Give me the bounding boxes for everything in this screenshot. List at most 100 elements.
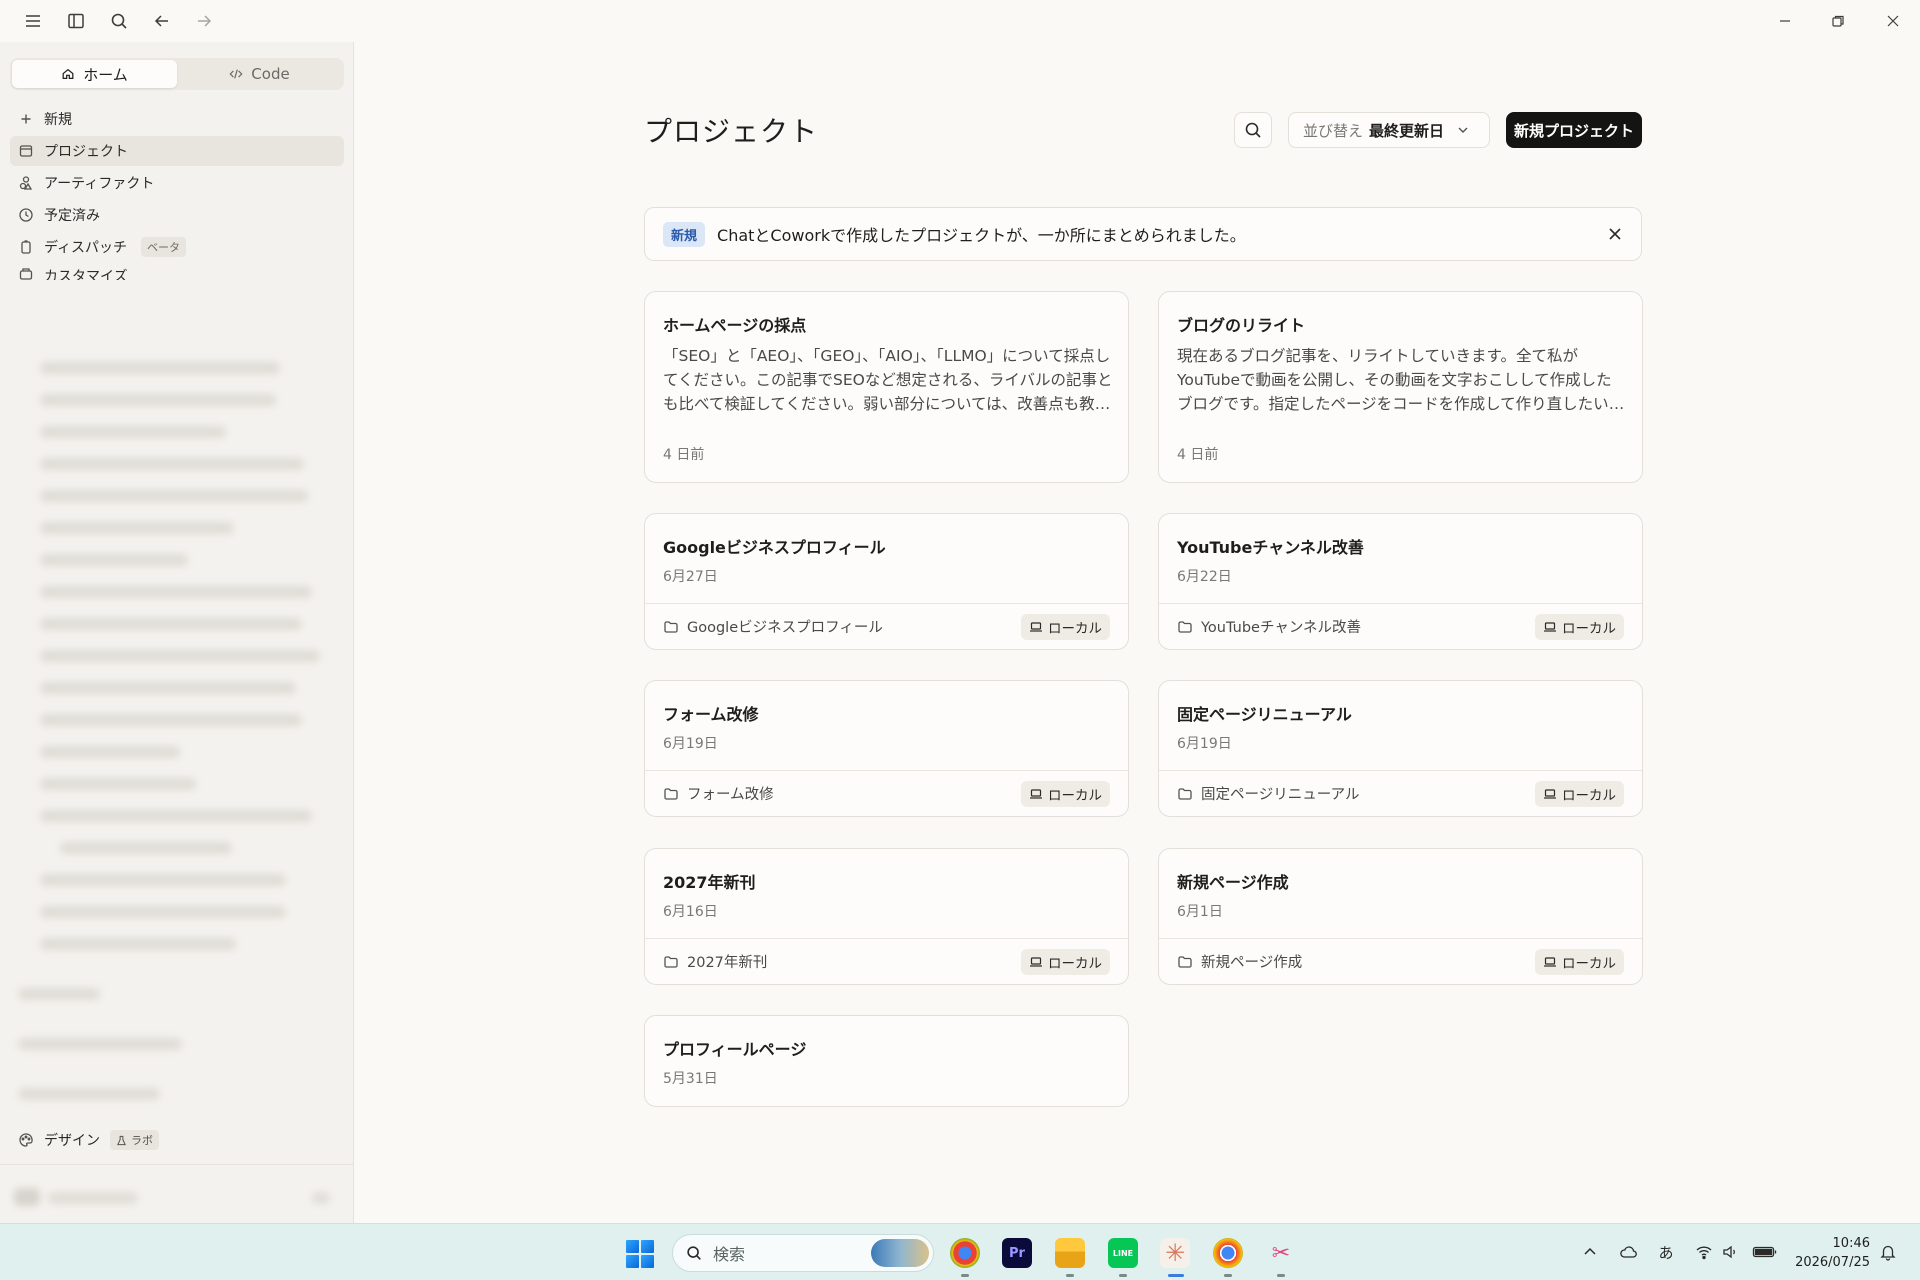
sort-value: 最終更新日 <box>1369 121 1445 140</box>
folder-icon <box>664 620 678 633</box>
battery-icon[interactable] <box>1752 1242 1778 1262</box>
sidebar-item-dispatch[interactable]: ディスパッチ ベータ <box>10 232 344 262</box>
project-folder[interactable]: 新規ページ作成 <box>1177 951 1302 972</box>
wifi-icon[interactable] <box>1694 1242 1714 1262</box>
new-project-button[interactable]: 新規プロジェクト <box>1506 112 1642 148</box>
taskbar-search[interactable]: 検索 <box>672 1234 934 1272</box>
running-indicator <box>1224 1274 1232 1277</box>
menu-icon[interactable] <box>21 9 45 33</box>
project-folder-name: 固定ページリニューアル <box>1201 787 1360 803</box>
recent-chats-list <box>0 280 354 1100</box>
project-folder[interactable]: Googleビジネスプロフィール <box>663 616 883 637</box>
sidebar-item-new[interactable]: 新規 <box>10 104 344 134</box>
project-date: 6月27日 <box>663 569 718 585</box>
new-badge: 新規 <box>663 221 706 247</box>
ime-indicator[interactable]: あ <box>1656 1242 1676 1262</box>
sidebar-item-artifacts[interactable]: アーティファクト <box>10 168 344 198</box>
project-card[interactable]: フォーム改修 6月19日 フォーム改修 ローカル <box>644 680 1129 817</box>
sidebar-item-customize[interactable]: カスタマイズ <box>10 264 344 280</box>
running-indicator <box>1066 1274 1074 1277</box>
project-folder[interactable]: フォーム改修 <box>663 783 774 804</box>
tab-home[interactable]: ホーム <box>12 60 177 88</box>
sort-dropdown[interactable]: 並び替え 最終更新日 <box>1288 112 1490 148</box>
project-date: 5月31日 <box>663 1071 718 1087</box>
chevron-up-icon[interactable] <box>1580 1242 1600 1262</box>
project-folder-name: 2027年新刊 <box>687 955 768 971</box>
clock-time: 10:46 <box>1832 1236 1870 1251</box>
sidebar-item-design[interactable]: デザイン ラボ <box>18 1130 159 1150</box>
windows-start-icon[interactable] <box>626 1240 654 1268</box>
project-card-footer: フォーム改修 ローカル <box>645 770 1128 816</box>
chrome-profile-icon[interactable] <box>950 1238 980 1268</box>
code-icon <box>229 69 243 79</box>
line-icon[interactable]: LINE <box>1108 1238 1138 1268</box>
onedrive-icon[interactable] <box>1618 1242 1638 1262</box>
sidebar-item-scheduled[interactable]: 予定済み <box>10 200 344 230</box>
running-indicator <box>1119 1274 1127 1277</box>
close-icon[interactable] <box>1605 224 1625 244</box>
close-window-button[interactable] <box>1875 6 1911 36</box>
laptop-icon <box>1030 789 1042 799</box>
project-card[interactable]: ホームページの採点 「SEO」と「AEO」、「GEO」、「AIO」、「LLMO」… <box>644 291 1129 483</box>
claude-icon[interactable]: ✳ <box>1160 1238 1190 1268</box>
sidebar-item-label: ディスパッチ <box>44 240 128 256</box>
tab-home-label: ホーム <box>83 65 128 84</box>
local-badge: ローカル <box>1535 781 1624 807</box>
artifacts-icon <box>19 176 33 190</box>
project-card-footer: 新規ページ作成 ローカル <box>1159 938 1642 984</box>
project-card[interactable]: YouTubeチャンネル改善 6月22日 YouTubeチャンネル改善 ローカル <box>1158 513 1643 650</box>
project-date: 6月19日 <box>1177 736 1232 752</box>
folder-icon <box>1178 787 1192 800</box>
title-bar <box>0 0 1920 42</box>
chrome-icon[interactable] <box>1213 1238 1243 1268</box>
project-date: 4 日前 <box>663 447 705 463</box>
project-card[interactable]: ブログのリライト 現在あるブログ記事を、リライトしていきます。全て私がYouTu… <box>1158 291 1643 483</box>
project-card[interactable]: 固定ページリニューアル 6月19日 固定ページリニューアル ローカル <box>1158 680 1643 817</box>
project-folder[interactable]: 固定ページリニューアル <box>1177 783 1359 804</box>
project-folder[interactable]: YouTubeチャンネル改善 <box>1177 616 1361 637</box>
clock-date: 2026/07/25 <box>1795 1255 1870 1270</box>
forward-arrow-icon[interactable] <box>192 9 216 33</box>
laptop-icon <box>1544 622 1556 632</box>
notification-bell-icon[interactable] <box>1878 1242 1898 1262</box>
project-card[interactable]: 2027年新刊 6月16日 2027年新刊 ローカル <box>644 848 1129 985</box>
palette-icon <box>19 1133 33 1147</box>
project-card[interactable]: Googleビジネスプロフィール 6月27日 Googleビジネスプロフィール … <box>644 513 1129 650</box>
project-card[interactable]: 新規ページ作成 6月1日 新規ページ作成 ローカル <box>1158 848 1643 985</box>
local-badge-label: ローカル <box>1048 956 1102 972</box>
dispatch-icon <box>21 240 31 254</box>
minimize-button[interactable] <box>1767 6 1803 36</box>
volume-icon[interactable] <box>1720 1242 1740 1262</box>
sidebar-item-projects[interactable]: プロジェクト <box>10 136 344 166</box>
back-arrow-icon[interactable] <box>150 9 174 33</box>
project-date: 6月19日 <box>663 736 718 752</box>
laptop-icon <box>1030 622 1042 632</box>
tab-code[interactable]: Code <box>177 60 342 88</box>
file-explorer-icon[interactable] <box>1055 1238 1085 1268</box>
folder-icon <box>664 787 678 800</box>
search-icon[interactable] <box>107 9 131 33</box>
project-folder-name: フォーム改修 <box>687 787 774 803</box>
project-card[interactable]: プロフィールページ 5月31日 <box>644 1015 1129 1107</box>
system-clock[interactable]: 10:46 2026/07/25 <box>1790 1234 1870 1272</box>
laptop-icon <box>1544 957 1556 967</box>
sidebar-toggle-icon[interactable] <box>64 9 88 33</box>
divider <box>0 1164 354 1165</box>
local-badge-label: ローカル <box>1048 621 1102 637</box>
search-projects-button[interactable] <box>1234 112 1272 148</box>
local-badge-label: ローカル <box>1048 788 1102 804</box>
user-profile[interactable] <box>14 1182 334 1210</box>
restore-button[interactable] <box>1820 6 1856 36</box>
project-description: 「SEO」と「AEO」、「GEO」、「AIO」、「LLMO」について採点してくだ… <box>663 347 1113 413</box>
local-badge-label: ローカル <box>1562 956 1616 972</box>
sidebar-nav: 新規 プロジェクト アーティファクト 予定済み ディスパッチ ベータ カスタマイ… <box>10 104 344 282</box>
project-folder[interactable]: 2027年新刊 <box>663 951 767 972</box>
sidebar-item-label: カスタマイズ <box>44 269 128 280</box>
snipping-tool-icon[interactable]: ✂ <box>1266 1238 1296 1268</box>
project-date: 4 日前 <box>1177 447 1219 463</box>
premiere-pro-icon[interactable]: Pr <box>1002 1238 1032 1268</box>
laptop-icon <box>1544 789 1556 799</box>
project-folder-name: YouTubeチャンネル改善 <box>1201 620 1362 636</box>
search-icon <box>1245 122 1261 138</box>
project-title: ブログのリライト <box>1177 316 1306 335</box>
